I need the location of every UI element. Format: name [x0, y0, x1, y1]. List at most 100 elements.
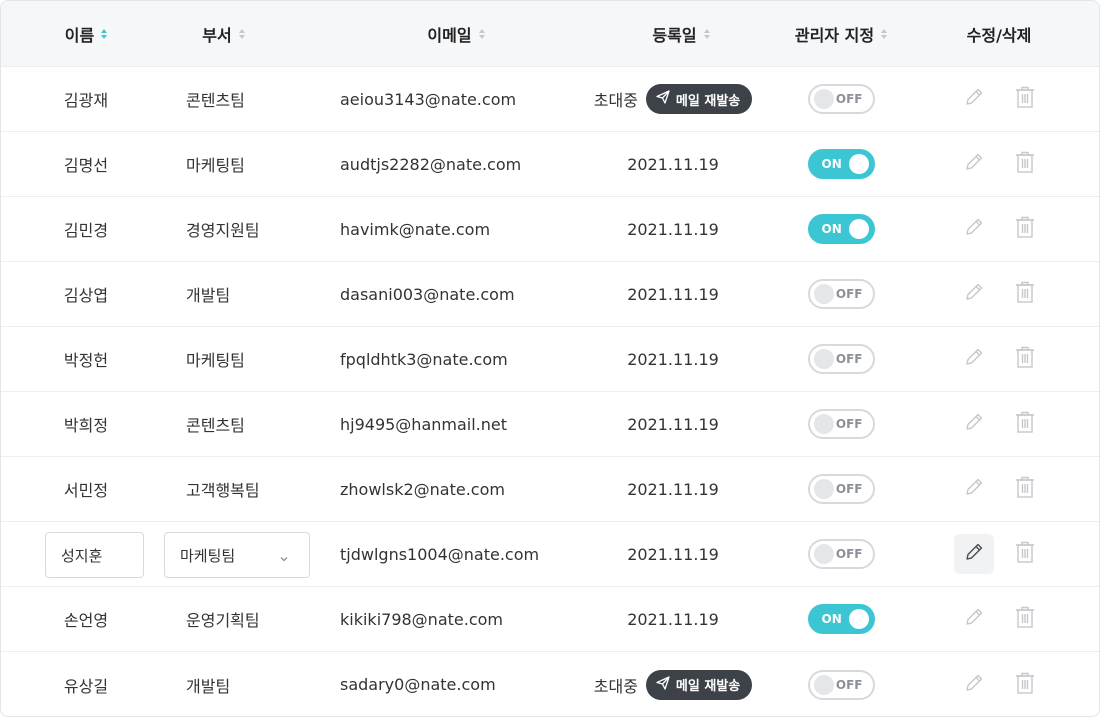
edit-button[interactable] — [954, 144, 994, 184]
registered-cell: 2021.11.19 — [561, 327, 785, 391]
edit-button[interactable] — [954, 339, 994, 379]
toggle-knob — [813, 544, 834, 564]
toggle-knob — [813, 89, 834, 109]
table-row: 손언영 운영기획팀 kikiki798@nate.com 2021.11.19 ON — [1, 587, 1099, 652]
admin-toggle[interactable]: OFF — [807, 409, 875, 439]
name-cell: 박정헌 — [63, 351, 109, 370]
resend-mail-button[interactable]: 메일 재발송 — [645, 84, 753, 114]
admin-toggle[interactable]: OFF — [807, 539, 875, 569]
table-row: 성지훈 마케팅팀 tjdwlgns1004@nate.com 2021.11.19 O… — [1, 522, 1099, 587]
registered-cell: 2021.11.19 — [561, 197, 785, 261]
registered-cell: 2021.11.19 — [561, 132, 785, 196]
admin-toggle[interactable]: OFF — [807, 84, 875, 114]
pencil-icon — [963, 281, 985, 307]
admin-toggle[interactable]: ON — [807, 604, 875, 634]
column-header-dept[interactable]: 부서 — [151, 1, 296, 66]
name-input[interactable]: 성지훈 — [45, 532, 144, 578]
toggle-label: OFF — [835, 352, 863, 366]
send-icon — [656, 90, 676, 108]
pencil-icon — [963, 346, 985, 372]
name-cell: 유상길 — [63, 676, 109, 696]
edit-button[interactable] — [954, 599, 994, 639]
edit-button[interactable] — [954, 274, 994, 314]
name-cell: 김상엽 — [63, 286, 109, 305]
delete-button[interactable] — [1005, 469, 1045, 509]
toggle-label: OFF — [835, 677, 863, 692]
toggle-label: ON — [821, 612, 842, 626]
sort-icon[interactable] — [478, 28, 485, 39]
registered-date: 2021.11.19 — [627, 284, 719, 304]
column-header-name[interactable]: 이름 — [1, 1, 171, 66]
delete-button[interactable] — [1005, 79, 1045, 119]
dept-select[interactable]: 마케팅팀 — [164, 532, 310, 578]
toggle-knob — [813, 674, 834, 695]
column-header-registered[interactable]: 등록일 — [581, 1, 781, 66]
trash-icon — [1014, 280, 1036, 308]
trash-icon — [1014, 150, 1036, 178]
toggle-knob — [848, 609, 869, 629]
dept-cell: 마케팅팀 — [186, 156, 245, 175]
admin-toggle[interactable]: ON — [807, 149, 875, 179]
table-row: 박희정 콘텐츠팀 hj9495@hanmail.net 2021.11.19 OFF — [1, 392, 1099, 457]
column-header-actions: 수정/삭제 — [966, 25, 1032, 45]
column-header-email[interactable]: 이메일 — [331, 1, 581, 66]
delete-button[interactable] — [1005, 144, 1045, 184]
toggle-label: OFF — [835, 417, 863, 431]
actions-cell — [897, 392, 1099, 456]
registered-cell: 2021.11.19 — [561, 587, 785, 651]
pencil-icon — [963, 606, 985, 632]
edit-button[interactable] — [954, 665, 994, 705]
toggle-knob — [848, 154, 869, 174]
dept-cell: 마케팅팀 — [186, 351, 245, 370]
admin-cell: ON — [785, 587, 897, 651]
admin-cell: OFF — [785, 327, 897, 391]
delete-button[interactable] — [1005, 599, 1045, 639]
sort-icon[interactable] — [101, 28, 108, 39]
edit-button[interactable] — [953, 534, 994, 574]
admin-cell: OFF — [785, 522, 897, 586]
delete-button[interactable] — [1005, 339, 1045, 379]
invite-pending-label: 초대중 — [593, 91, 638, 110]
edit-button[interactable] — [954, 404, 994, 444]
admin-cell: ON — [785, 197, 897, 261]
registered-cell: 2021.11.19 — [561, 457, 785, 521]
actions-cell — [897, 457, 1099, 521]
delete-button[interactable] — [1005, 274, 1045, 314]
admin-toggle[interactable]: OFF — [807, 344, 875, 374]
delete-button[interactable] — [1005, 404, 1045, 444]
edit-button[interactable] — [954, 469, 994, 509]
delete-button[interactable] — [1005, 665, 1045, 705]
admin-toggle[interactable]: OFF — [807, 474, 875, 504]
chevron-down-icon — [279, 550, 289, 568]
resend-mail-button[interactable]: 메일 재발송 — [645, 669, 753, 700]
admin-toggle[interactable]: OFF — [807, 279, 875, 309]
sort-icon[interactable] — [238, 28, 245, 39]
trash-icon — [1014, 215, 1036, 243]
admin-toggle[interactable]: OFF — [807, 669, 875, 700]
table-row: 유상길 개발팀 sadary0@nate.com 초대중 메일 재발송 OFF — [1, 652, 1099, 716]
dept-cell: 고객행복팀 — [186, 481, 260, 500]
registered-cell: 초대중 메일 재발송 — [561, 67, 785, 131]
registered-date: 2021.11.19 — [627, 154, 719, 174]
edit-button[interactable] — [954, 79, 994, 119]
table-row: 김광재 콘텐츠팀 aeiou3143@nate.com 초대중 메일 재발송 OFF — [1, 67, 1099, 132]
actions-cell — [897, 197, 1099, 261]
delete-button[interactable] — [1005, 534, 1045, 574]
edit-button[interactable] — [954, 209, 994, 249]
pencil-icon — [963, 151, 985, 177]
sort-icon[interactable] — [703, 28, 710, 39]
toggle-knob — [813, 414, 834, 434]
name-cell: 김명선 — [63, 156, 109, 175]
column-header-admin[interactable]: 관리자 지정 — [785, 1, 897, 66]
sort-icon[interactable] — [881, 28, 888, 39]
delete-button[interactable] — [1005, 209, 1045, 249]
pencil-icon — [963, 216, 985, 242]
table-header: 이름 부서 이메일 등록일 관리자 지정 수정/삭제 — [1, 1, 1099, 67]
toggle-knob — [848, 219, 869, 239]
toggle-label: OFF — [835, 482, 863, 496]
registered-date: 2021.11.19 — [627, 609, 719, 629]
invite-status: 초대중 메일 재발송 — [594, 84, 753, 114]
toggle-knob — [813, 349, 834, 369]
table-row: 김민경 경영지원팀 havimk@nate.com 2021.11.19 ON — [1, 197, 1099, 262]
admin-toggle[interactable]: ON — [807, 214, 875, 244]
